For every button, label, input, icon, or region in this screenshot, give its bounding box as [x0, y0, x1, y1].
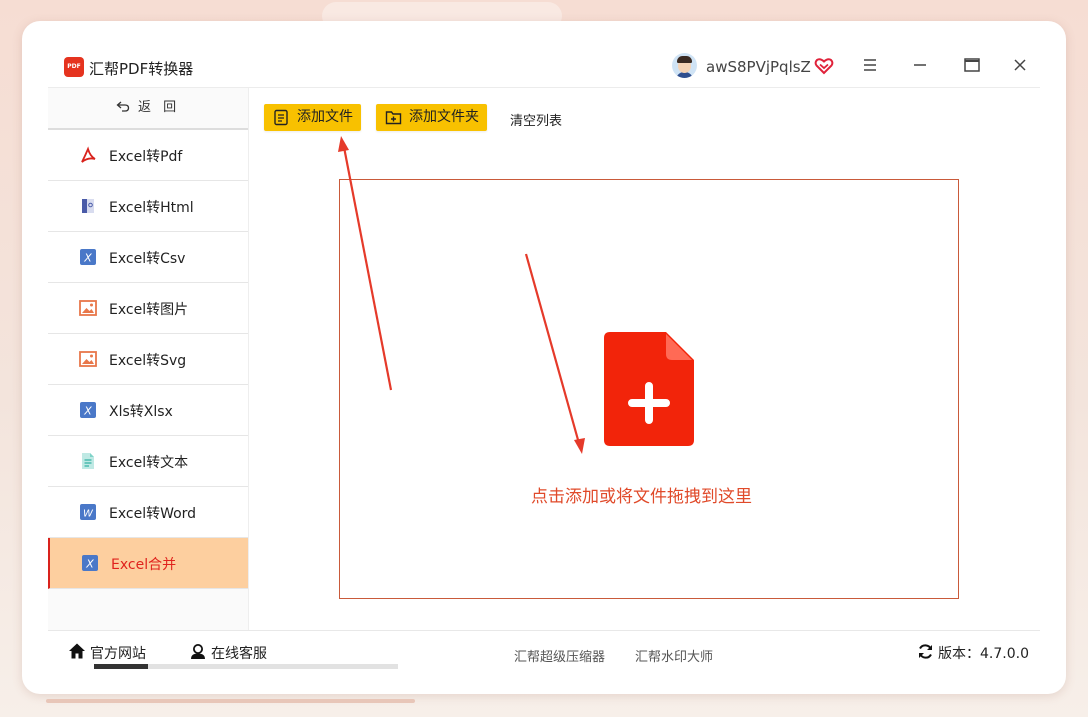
add-folder-label: 添加文件夹: [409, 109, 479, 125]
sidebar-item-label: Excel转图片: [109, 302, 189, 318]
customer-service-icon: [191, 644, 205, 659]
add-file-button[interactable]: 添加文件: [264, 104, 361, 131]
sidebar-item-excel-to-image[interactable]: Excel转图片: [48, 283, 248, 334]
background-bar: [46, 699, 415, 703]
image-icon: [79, 351, 97, 367]
version-label: 版本：4.7.0.0: [938, 646, 1029, 662]
sidebar-item-excel-to-pdf[interactable]: Excel转Pdf: [48, 130, 248, 181]
add-file-label: 添加文件: [297, 109, 353, 125]
sidebar-item-xls-to-xlsx[interactable]: X Xls转Xlsx: [48, 385, 248, 436]
version-info[interactable]: 版本：4.7.0.0: [919, 643, 1029, 663]
add-folder-icon: [385, 111, 402, 125]
arrow-head-add-file: [338, 136, 349, 152]
sidebar-item-excel-to-html[interactable]: Excel转Html: [48, 181, 248, 232]
sidebar: 返 回 Excel转Pdf Excel转Html X Excel转Csv Exc…: [48, 88, 249, 630]
sidebar-item-label: Excel合并: [111, 557, 177, 573]
scrollbar-thumb[interactable]: [94, 664, 148, 669]
compressor-link[interactable]: 汇帮超级压缩器: [514, 646, 605, 665]
sidebar-item-excel-to-word[interactable]: W Excel转Word: [48, 487, 248, 538]
sidebar-item-label: Excel转Svg: [109, 353, 187, 369]
svg-text:X: X: [83, 405, 92, 418]
sidebar-item-label: Excel转文本: [109, 455, 189, 471]
close-icon[interactable]: [1010, 55, 1030, 75]
sidebar-item-excel-to-svg[interactable]: Excel转Svg: [48, 334, 248, 385]
text-doc-icon: [82, 453, 94, 469]
sidebar-item-label: Excel转Word: [109, 506, 197, 522]
online-service-label: 在线客服: [211, 646, 267, 662]
word-icon: W: [80, 504, 96, 520]
app-title: 汇帮PDF转换器: [89, 60, 194, 78]
sidebar-item-excel-to-csv[interactable]: X Excel转Csv: [48, 232, 248, 283]
image-icon: [79, 300, 97, 316]
sidebar-item-label: Excel转Csv: [109, 251, 186, 267]
back-label: 返: [137, 100, 151, 115]
user-avatar[interactable]: [672, 53, 697, 78]
menu-icon[interactable]: [860, 55, 880, 75]
official-site-link[interactable]: 官方网站: [69, 643, 146, 663]
add-file-icon: [274, 109, 288, 126]
title-bar: PDF 汇帮PDF转换器 awS8PVjPqlsZ: [48, 21, 1040, 88]
add-folder-button[interactable]: 添加文件夹: [376, 104, 487, 131]
back-arrow-icon: [116, 101, 129, 112]
sidebar-item-label: Excel转Pdf: [109, 149, 183, 165]
watermark-link[interactable]: 汇帮水印大师: [635, 646, 713, 665]
refresh-icon: [919, 644, 932, 659]
username[interactable]: awS8PVjPqlsZ: [706, 58, 811, 76]
maximize-icon[interactable]: [962, 55, 982, 75]
sidebar-item-excel-merge[interactable]: X Excel合并: [48, 538, 248, 589]
excel-icon: X: [80, 402, 96, 418]
svg-text:X: X: [85, 558, 94, 571]
drop-hint-label: 点击添加或将文件拖拽到这里: [531, 487, 752, 507]
app-logo: PDF: [64, 57, 84, 77]
sidebar-item-excel-to-text[interactable]: Excel转文本: [48, 436, 248, 487]
back-button[interactable]: 返 回: [48, 88, 248, 130]
excel-icon: X: [80, 249, 96, 265]
excel-icon: X: [82, 555, 98, 571]
back-label-2: 回: [163, 100, 177, 115]
sidebar-item-label: Excel转Html: [109, 200, 194, 216]
svg-text:W: W: [83, 509, 94, 520]
horizontal-scrollbar[interactable]: [94, 664, 398, 669]
app-window: PDF 汇帮PDF转换器 awS8PVjPqlsZ 返 回 Excel转Pdf …: [22, 21, 1066, 694]
official-site-label: 官方网站: [90, 646, 146, 662]
sidebar-item-label: Xls转Xlsx: [109, 404, 173, 420]
clear-list-button[interactable]: 清空列表: [510, 110, 562, 129]
vip-heart-icon[interactable]: [814, 56, 834, 76]
html-book-icon: [82, 199, 94, 213]
svg-text:X: X: [83, 252, 92, 265]
minimize-icon[interactable]: [910, 55, 930, 75]
online-service-link[interactable]: 在线客服: [191, 643, 267, 663]
pdf-icon: [81, 146, 96, 163]
add-file-large-icon[interactable]: [604, 332, 694, 446]
home-icon: [69, 643, 85, 659]
